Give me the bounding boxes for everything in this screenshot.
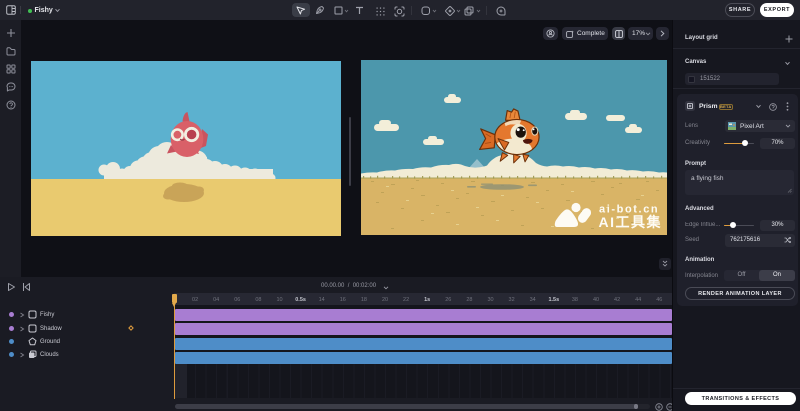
svg-text:AI工具集: AI工具集 (599, 214, 663, 230)
